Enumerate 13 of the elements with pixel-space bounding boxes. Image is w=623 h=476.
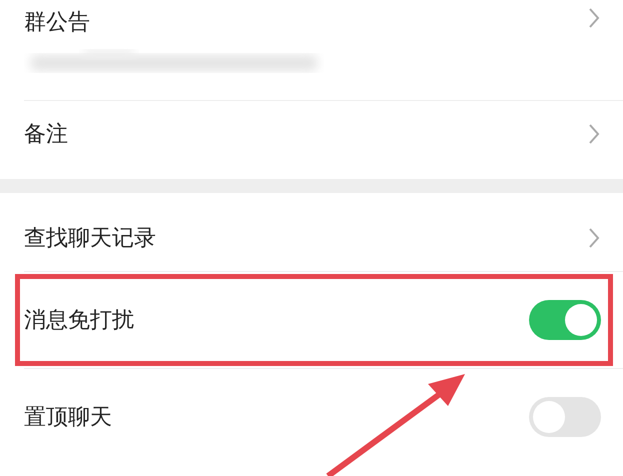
toggle-switch[interactable] [529, 397, 601, 437]
toggle-switch[interactable] [529, 300, 601, 340]
chevron-icon [587, 226, 601, 250]
chevron-icon [587, 122, 601, 146]
setting-label: 消息免打扰 [24, 306, 134, 334]
setting-label: 查找聊天记录 [24, 226, 156, 250]
setting-label: 备注 [24, 122, 68, 146]
chevron-icon [587, 6, 601, 30]
settings-row[interactable]: 群公告 [0, 0, 623, 100]
settings-row[interactable]: 查找聊天记录 [0, 205, 623, 271]
settings-row[interactable]: 备注 [0, 101, 623, 167]
setting-label: 群公告 [24, 10, 90, 35]
setting-label: 置顶聊天 [24, 404, 112, 432]
